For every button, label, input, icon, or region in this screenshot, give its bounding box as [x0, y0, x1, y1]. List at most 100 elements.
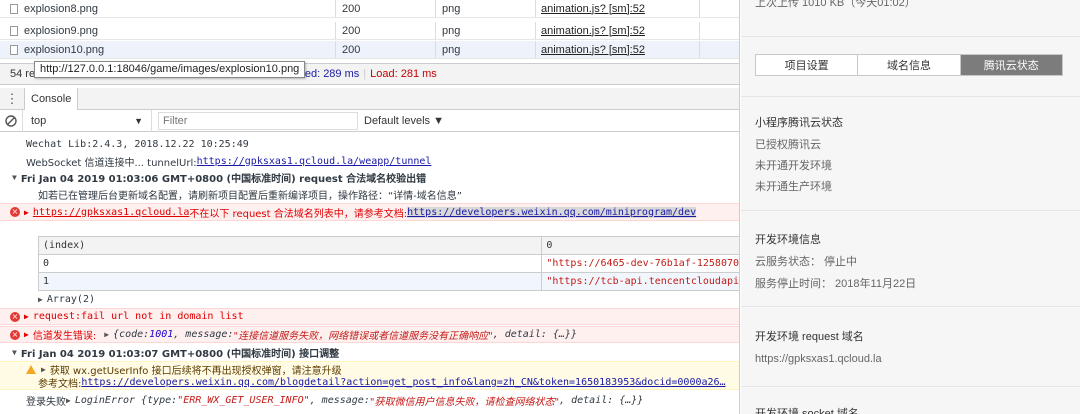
- console-group-header[interactable]: ▼ Fri Jan 04 2019 01:03:06 GMT+0800 (中国标…: [0, 170, 739, 185]
- section-divider: [741, 36, 1080, 37]
- request-domain-title: 开发环境 request 域名: [755, 331, 864, 343]
- project-details-panel: 上次上传 1010 KB（今天01:02） 项目设置 域名信息 腾讯云状态 小程…: [741, 0, 1080, 414]
- warning-message: 获取 wx.getUserInfo 接口后续将不再出现授权弹窗，请注意升级: [49, 365, 342, 377]
- message-value: "连接信道服务失败，网络错误或者信道服务没有正确响应": [233, 331, 493, 342]
- clear-console-icon[interactable]: [0, 114, 22, 127]
- network-row[interactable]: explosion10.png 200 png animation.js? [s…: [0, 41, 739, 59]
- tunnel-url-link[interactable]: https://gpksxas1.qcloud.la/weapp/tunnel: [197, 156, 432, 167]
- table-cell: 0: [37, 254, 543, 273]
- log-levels-dropdown[interactable]: Default levels ▼: [364, 115, 444, 127]
- table-header-cell[interactable]: (index): [37, 236, 543, 255]
- tab-project-settings[interactable]: 项目设置: [756, 55, 859, 75]
- console-log-line: 如若已在管理后台更新域名配置，请刷新项目配置后重新编译项目，操作路径：“详情-域…: [0, 186, 739, 202]
- message-key: , message:: [173, 329, 234, 340]
- expand-triangle-icon[interactable]: ▼: [12, 348, 17, 357]
- login-detail-tail: , detail: {…}}: [559, 394, 644, 406]
- filter-input[interactable]: [158, 111, 358, 130]
- console-group-header[interactable]: ▼ Fri Jan 04 2019 01:03:07 GMT+0800 (中国标…: [0, 345, 739, 360]
- error-domain-link[interactable]: https://gpksxas1.qcloud.la: [33, 207, 190, 218]
- status-cell: 200: [336, 41, 436, 58]
- error-icon: ×: [10, 311, 20, 322]
- cloud-status-title: 小程序腾讯云状态: [755, 117, 843, 129]
- login-error-type: LoginError {type:: [74, 394, 178, 406]
- group-title: Fri Jan 04 2019 01:03:07 GMT+0800 (中国标准时…: [20, 349, 340, 360]
- section-divider: [741, 386, 1080, 387]
- tab-console[interactable]: Console: [24, 87, 79, 110]
- array-summary[interactable]: ▶ Array(2): [0, 292, 739, 306]
- doc-prefix: 参考文档:: [38, 378, 82, 390]
- more-menu-icon[interactable]: ⋮: [0, 91, 24, 107]
- network-row[interactable]: explosion9.png 200 png animation.js? [sm…: [0, 22, 739, 40]
- expand-triangle-icon[interactable]: ▼: [12, 173, 17, 182]
- error-message: request:fail url not in domain list: [32, 311, 244, 322]
- drawer-tabbar: ⋮ Console: [0, 87, 739, 110]
- type-cell: png: [436, 0, 536, 17]
- status-cell: 200: [336, 0, 436, 17]
- section-divider: [741, 306, 1080, 307]
- type-cell: png: [436, 41, 536, 58]
- expand-triangle-icon[interactable]: ▶: [24, 312, 29, 321]
- chevron-down-icon: ▼: [134, 115, 143, 126]
- console-error-line: × ▶ request:fail url not in domain list: [0, 308, 739, 325]
- console-table: (index) 0 0 "https://6465-dev-76b1af-125…: [37, 236, 739, 291]
- table-cell: "https://tcb-api.tencentcloudapi: [541, 272, 739, 291]
- devtools-panel: explosion8.png 200 png animation.js? [sm…: [0, 0, 740, 414]
- console-warning: ▶ 获取 wx.getUserInfo 接口后续将不再出现授权弹窗，请注意升级 …: [0, 361, 739, 390]
- expand-triangle-icon[interactable]: ▶: [66, 396, 71, 405]
- socket-domain-title: 开发环境 socket 域名: [755, 408, 859, 414]
- dev-stop-time: 服务停止时间： 2018年11月22日: [755, 278, 917, 290]
- dev-env-title: 开发环境信息: [755, 234, 821, 246]
- error-icon: ×: [10, 207, 20, 217]
- table-header-row: (index) 0: [37, 236, 739, 255]
- group-title: Fri Jan 04 2019 01:03:06 GMT+0800 (中国标准时…: [20, 174, 427, 185]
- url-tooltip: http://127.0.0.1:18046/game/images/explo…: [34, 61, 306, 78]
- expand-triangle-icon[interactable]: ▶: [41, 365, 46, 374]
- initiator-link[interactable]: animation.js? [sm]:52: [541, 25, 645, 37]
- console-toolbar: top ▼ Default levels ▼: [0, 109, 739, 132]
- domain-config-note: 如若已在管理后台更新域名配置，请刷新项目配置后重新编译项目，操作路径：“详情-域…: [38, 190, 462, 202]
- file-name: explosion8.png: [24, 2, 99, 15]
- error-icon: ×: [10, 329, 20, 340]
- section-divider: [741, 96, 1080, 97]
- request-domain-value: https://gpksxas1.qcloud.la: [755, 353, 882, 365]
- initiator-link[interactable]: animation.js? [sm]:52: [541, 3, 645, 15]
- login-message-key: , message:: [309, 394, 370, 406]
- request-count: 54 re: [10, 68, 36, 80]
- tab-tencent-cloud-status[interactable]: 腾讯云状态: [960, 55, 1062, 75]
- file-icon: [10, 25, 18, 36]
- expand-triangle-icon[interactable]: ▶: [24, 208, 29, 217]
- file-icon: [10, 44, 18, 55]
- expand-triangle-icon[interactable]: ▶: [24, 330, 29, 339]
- initiator-link[interactable]: animation.js? [sm]:52: [541, 44, 645, 56]
- blog-doc-link[interactable]: https://developers.weixin.qq.com/blogdet…: [81, 377, 725, 388]
- console-error-line: × ▶ 信道发生错误: ▶ {code: 1001, message: "连接信…: [0, 326, 739, 343]
- context-label: top: [31, 114, 47, 127]
- error-label: 信道发生错误:: [32, 331, 97, 342]
- context-selector[interactable]: top ▼: [22, 109, 152, 132]
- expand-triangle-icon[interactable]: ▶: [104, 330, 109, 339]
- file-icon: [10, 3, 18, 14]
- code-key: code:: [119, 329, 150, 340]
- cloud-status-item: 未开通开发环境: [755, 160, 832, 172]
- table-row: 1 "https://tcb-api.tencentcloudapi: [37, 272, 739, 291]
- table-cell: "https://6465-dev-76b1af-1258070: [541, 254, 739, 273]
- login-error-code: "ERR_WX_GET_USER_INFO": [177, 394, 310, 406]
- console-log-line: 登录失败 ▶ LoginError {type: "ERR_WX_GET_USE…: [0, 392, 739, 408]
- warning-icon: [26, 364, 36, 374]
- table-header-cell[interactable]: 0: [541, 236, 739, 255]
- cloud-status-item: 未开通生产环境: [755, 181, 832, 193]
- console-log-line: WebSocket 信道连接中... tunnelUrl: https://gp…: [0, 154, 739, 169]
- section-divider: [741, 210, 1080, 211]
- table-row: 0 "https://6465-dev-76b1af-1258070: [37, 254, 739, 273]
- array-label: Array(2): [46, 293, 95, 305]
- file-name: explosion10.png: [24, 43, 105, 56]
- code-value: 1001: [149, 329, 174, 340]
- expand-triangle-icon[interactable]: ▶: [38, 295, 43, 304]
- lib-version-text: Wechat Lib:2.4.3, 2018.12.22 10:25:49: [26, 138, 249, 150]
- doc-link[interactable]: https://developers.weixin.qq.com/minipro…: [407, 206, 697, 218]
- network-row[interactable]: explosion8.png 200 png animation.js? [sm…: [0, 0, 739, 18]
- panel-tabs: 项目设置 域名信息 腾讯云状态: [755, 54, 1063, 76]
- last-upload-info: 上次上传 1010 KB（今天01:02）: [755, 0, 916, 9]
- tab-domain-info[interactable]: 域名信息: [858, 55, 961, 75]
- websocket-text: WebSocket 信道连接中... tunnelUrl:: [26, 157, 197, 169]
